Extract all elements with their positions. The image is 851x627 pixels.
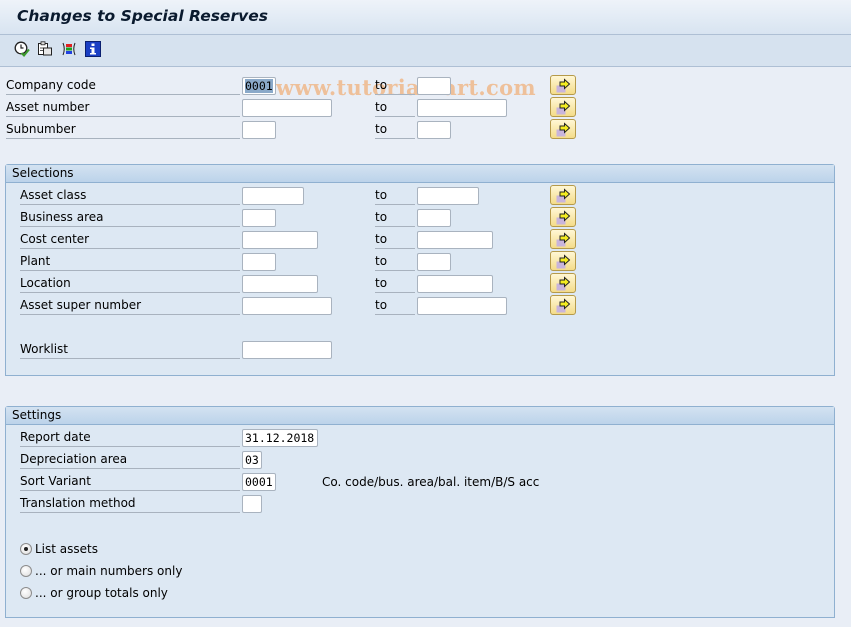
get-variant-icon[interactable]	[37, 41, 53, 57]
cost-center-to-input[interactable]	[417, 231, 493, 249]
multiple-selection-arrow-icon	[556, 232, 571, 247]
dynamic-selections-icon[interactable]	[61, 41, 77, 57]
business-area-multiple-selection-button[interactable]	[550, 207, 576, 227]
to-label: to	[375, 209, 415, 227]
asset-class-from-input[interactable]	[242, 187, 304, 205]
asset-number-to-input[interactable]	[417, 99, 507, 117]
location-to-input[interactable]	[417, 275, 493, 293]
label-asset-super-number: Asset super number	[20, 297, 240, 315]
multiple-selection-arrow-icon	[556, 254, 571, 269]
label-asset-class: Asset class	[20, 187, 240, 205]
plant-to-input[interactable]	[417, 253, 451, 271]
to-label: to	[375, 187, 415, 205]
to-label: to	[375, 275, 415, 293]
info-icon[interactable]	[85, 41, 101, 57]
report-date-input[interactable]: 31.12.2018	[242, 429, 318, 447]
selections-group-title: Selections	[6, 165, 834, 183]
asset-super-number-from-input[interactable]	[242, 297, 332, 315]
page-title: Changes to Special Reserves	[17, 7, 268, 25]
radio-main-numbers-only[interactable]	[20, 565, 32, 577]
label-business-area: Business area	[20, 209, 240, 227]
radio-list-assets[interactable]	[20, 543, 32, 555]
multiple-selection-arrow-icon	[556, 276, 571, 291]
radio-label-group-totals-only[interactable]: ... or group totals only	[35, 585, 168, 601]
company-code-to-input[interactable]	[417, 77, 451, 95]
asset-class-to-input[interactable]	[417, 187, 479, 205]
label-report-date: Report date	[20, 429, 240, 447]
execute-icon[interactable]	[14, 41, 30, 57]
multiple-selection-arrow-icon	[556, 210, 571, 225]
multiple-selection-arrow-icon	[556, 78, 571, 93]
multiple-selection-arrow-icon	[556, 100, 571, 115]
depreciation-area-input[interactable]: 03	[242, 451, 262, 469]
company-code-from-input[interactable]: 0001	[242, 77, 276, 95]
subnumber-multiple-selection-button[interactable]	[550, 119, 576, 139]
to-label: to	[375, 99, 415, 117]
worklist-input[interactable]	[242, 341, 332, 359]
to-label: to	[375, 77, 415, 95]
translation-method-input[interactable]	[242, 495, 262, 513]
multiple-selection-arrow-icon	[556, 188, 571, 203]
business-area-from-input[interactable]	[242, 209, 276, 227]
plant-multiple-selection-button[interactable]	[550, 251, 576, 271]
to-label: to	[375, 231, 415, 249]
label-translation-method: Translation method	[20, 495, 240, 513]
label-plant: Plant	[20, 253, 240, 271]
subnumber-to-input[interactable]	[417, 121, 451, 139]
label-subnumber: Subnumber	[6, 121, 240, 139]
to-label: to	[375, 297, 415, 315]
settings-group-title: Settings	[6, 407, 834, 425]
sort-variant-description: Co. code/bus. area/bal. item/B/S acc	[322, 475, 540, 489]
location-from-input[interactable]	[242, 275, 318, 293]
radio-label-main-numbers-only[interactable]: ... or main numbers only	[35, 563, 182, 579]
label-asset-number: Asset number	[6, 99, 240, 117]
cost-center-multiple-selection-button[interactable]	[550, 229, 576, 249]
label-sort-variant: Sort Variant	[20, 473, 240, 491]
application-toolbar: © www.tutorialkart.com	[0, 35, 851, 100]
business-area-to-input[interactable]	[417, 209, 451, 227]
plant-from-input[interactable]	[242, 253, 276, 271]
asset-class-multiple-selection-button[interactable]	[550, 185, 576, 205]
label-worklist: Worklist	[20, 341, 240, 359]
multiple-selection-arrow-icon	[556, 298, 571, 313]
title-bar: Changes to Special Reserves	[0, 0, 851, 35]
asset-number-from-input[interactable]	[242, 99, 332, 117]
asset-super-number-multiple-selection-button[interactable]	[550, 295, 576, 315]
to-label: to	[375, 121, 415, 139]
radio-label-list-assets[interactable]: List assets	[35, 541, 98, 557]
label-location: Location	[20, 275, 240, 293]
multiple-selection-arrow-icon	[556, 122, 571, 137]
sort-variant-input[interactable]: 0001	[242, 473, 276, 491]
asset-number-multiple-selection-button[interactable]	[550, 97, 576, 117]
label-depreciation-area: Depreciation area	[20, 451, 240, 469]
to-label: to	[375, 253, 415, 271]
label-company-code: Company code	[6, 77, 240, 95]
asset-super-number-to-input[interactable]	[417, 297, 507, 315]
label-cost-center: Cost center	[20, 231, 240, 249]
subnumber-from-input[interactable]	[242, 121, 276, 139]
cost-center-from-input[interactable]	[242, 231, 318, 249]
radio-group-totals-only[interactable]	[20, 587, 32, 599]
company-code-multiple-selection-button[interactable]	[550, 75, 576, 95]
location-multiple-selection-button[interactable]	[550, 273, 576, 293]
